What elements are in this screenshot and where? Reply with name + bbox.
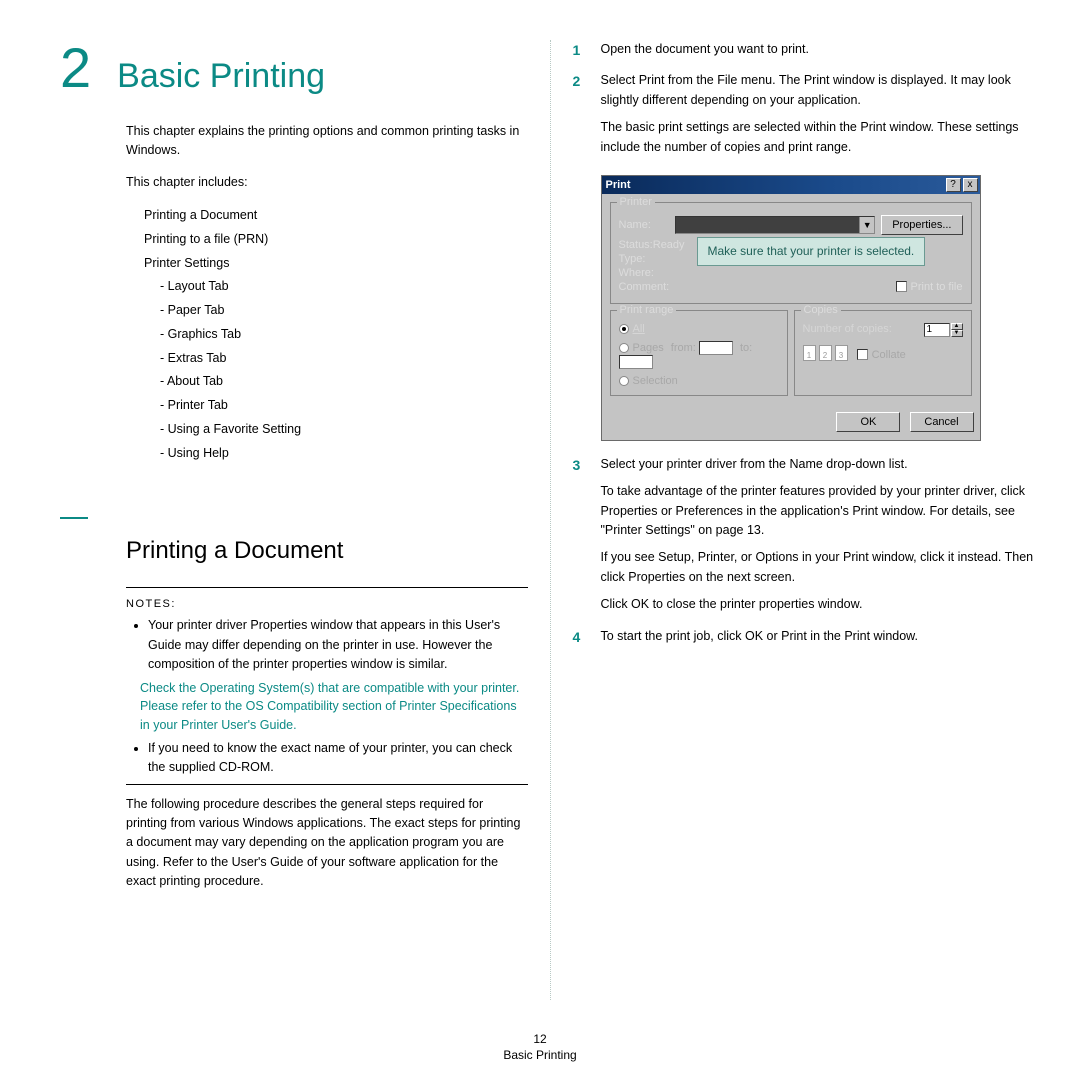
dialog-title: Print — [606, 179, 944, 191]
column-divider — [550, 40, 551, 1000]
step-number: 3 — [573, 455, 585, 623]
all-radio[interactable] — [619, 324, 629, 334]
page-number: 12 — [0, 1032, 1080, 1046]
close-button[interactable]: x — [963, 178, 978, 192]
step-number: 1 — [573, 40, 585, 67]
status-label: Status: — [619, 239, 653, 251]
pages-label: Pages — [633, 342, 664, 354]
ok-button[interactable]: OK — [836, 412, 900, 432]
cancel-button[interactable]: Cancel — [910, 412, 974, 432]
step-number: 2 — [573, 71, 585, 165]
num-copies-label: Number of copies: — [803, 323, 892, 335]
collate-checkbox[interactable] — [857, 349, 868, 360]
name-label: Name: — [619, 219, 675, 231]
copies-field[interactable]: 1 — [924, 323, 950, 337]
collate-icon: 123 — [803, 345, 848, 361]
spin-up-icon[interactable]: ▲ — [951, 323, 963, 330]
note-bullet: Your printer driver Properties window th… — [148, 616, 528, 674]
from-label: from: — [671, 342, 696, 354]
from-field[interactable] — [699, 341, 733, 355]
all-label: All — [633, 323, 645, 335]
toc-item: Printer Settings — [144, 252, 528, 276]
footer-title: Basic Printing — [0, 1048, 1080, 1062]
copies-groupbox: Copies Number of copies: 1 ▲▼ 123 Collat… — [794, 310, 972, 396]
step-text: Open the document you want to print. — [601, 40, 1041, 59]
print-dialog: Print ? x Printer Name: ▼ Properties... … — [601, 175, 981, 441]
print-to-file-checkbox[interactable] — [896, 281, 907, 292]
step-text: Click OK to close the printer properties… — [601, 595, 1041, 614]
notes-label: NOTES: — [126, 598, 528, 610]
step-text: The basic print settings are selected wi… — [601, 118, 1041, 157]
section-title: Printing a Document — [126, 537, 528, 565]
help-button[interactable]: ? — [946, 178, 961, 192]
print-to-file-label: Print to file — [911, 281, 963, 293]
to-label: to: — [740, 342, 752, 354]
groupbox-label: Printer — [617, 196, 655, 208]
body-paragraph: The following procedure describes the ge… — [126, 795, 528, 892]
step-text: If you see Setup, Printer, or Options in… — [601, 548, 1041, 587]
groupbox-label: Copies — [801, 304, 841, 316]
divider-line — [126, 587, 528, 588]
comment-label: Comment: — [619, 281, 670, 293]
print-range-groupbox: Print range All Pages from: to: Selectio… — [610, 310, 788, 396]
toc-subitem: - Layout Tab — [160, 275, 528, 299]
chapter-title: Basic Printing — [117, 57, 325, 96]
section-rule — [60, 517, 88, 519]
selection-label: Selection — [633, 375, 678, 387]
to-field[interactable] — [619, 355, 653, 369]
toc-subitem: - Paper Tab — [160, 299, 528, 323]
step-text: To start the print job, click OK or Prin… — [601, 627, 1041, 646]
page-footer: 12 Basic Printing — [0, 1032, 1080, 1062]
pages-radio[interactable] — [619, 343, 629, 353]
chevron-down-icon[interactable]: ▼ — [859, 217, 874, 233]
intro-paragraph: This chapter explains the printing optio… — [126, 122, 528, 161]
step-text: Select your printer driver from the Name… — [601, 455, 1041, 474]
groupbox-label: Print range — [617, 304, 677, 316]
properties-button[interactable]: Properties... — [881, 215, 962, 235]
compatibility-note: Check the Operating System(s) that are c… — [140, 679, 524, 735]
callout-box: Make sure that your printer is selected. — [697, 237, 926, 267]
toc-item: Printing to a file (PRN) — [144, 228, 528, 252]
collate-label: Collate — [872, 349, 906, 361]
toc-subitem: - Using a Favorite Setting — [160, 418, 528, 442]
step-text: To take advantage of the printer feature… — [601, 482, 1041, 540]
toc-subitem: - Graphics Tab — [160, 323, 528, 347]
where-label: Where: — [619, 267, 654, 279]
toc-subitem: - Using Help — [160, 442, 528, 466]
chapter-header: 2 Basic Printing — [60, 40, 528, 96]
step-number: 4 — [573, 627, 585, 654]
status-value: Ready — [653, 239, 685, 251]
printer-groupbox: Printer Name: ▼ Properties... Status:Rea… — [610, 202, 972, 304]
spin-down-icon[interactable]: ▼ — [951, 330, 963, 337]
printer-name-combo[interactable]: ▼ — [675, 216, 876, 234]
chapter-number: 2 — [60, 40, 91, 96]
selection-radio[interactable] — [619, 376, 629, 386]
toc-subitem: - Extras Tab — [160, 347, 528, 371]
includes-label: This chapter includes: — [126, 173, 528, 192]
divider-line — [126, 784, 528, 785]
toc-subitem: - About Tab — [160, 370, 528, 394]
type-label: Type: — [619, 253, 646, 265]
toc-subitem: - Printer Tab — [160, 394, 528, 418]
note-bullet: If you need to know the exact name of yo… — [148, 739, 528, 778]
step-text: Select Print from the File menu. The Pri… — [601, 71, 1041, 110]
titlebar: Print ? x — [602, 176, 980, 194]
toc-item: Printing a Document — [144, 204, 528, 228]
